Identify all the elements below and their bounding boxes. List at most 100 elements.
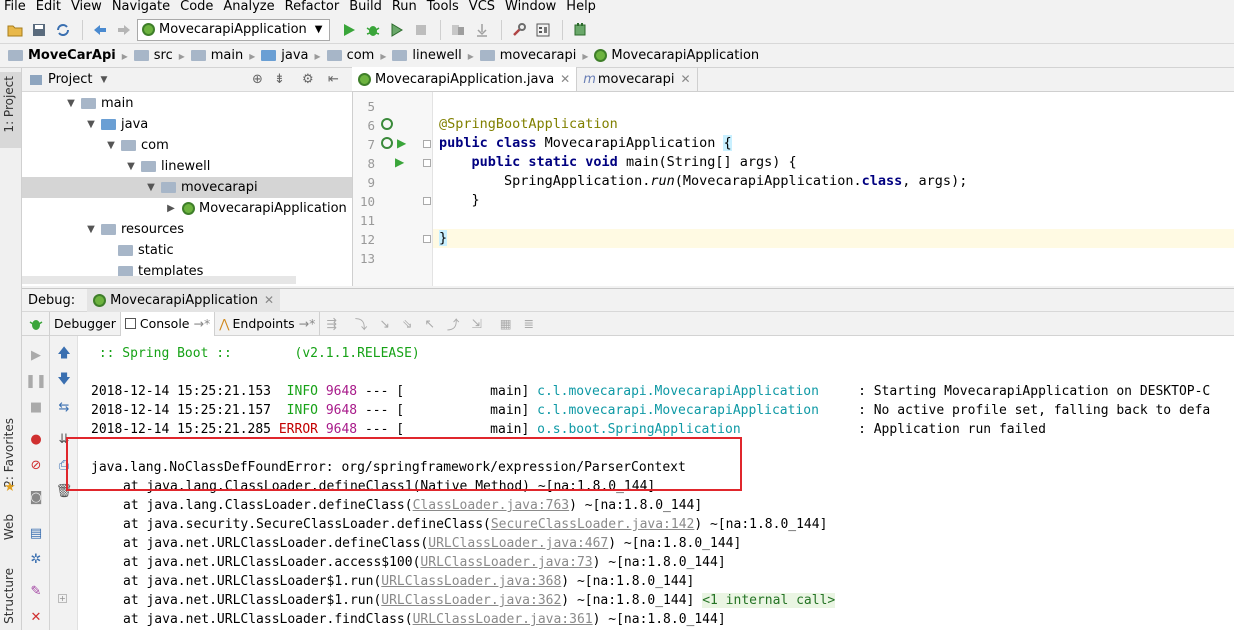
tree-node-resources[interactable]: ▼ resources xyxy=(22,219,352,240)
down-arrow-icon[interactable]: 🡇 xyxy=(55,372,73,390)
tree-node-main[interactable]: ▼ main xyxy=(22,93,352,114)
hide-icon[interactable]: ⇤ xyxy=(328,72,339,87)
fold-icon[interactable]: + xyxy=(58,594,67,603)
tree-node-com[interactable]: ▼ com xyxy=(22,135,352,156)
code-editor[interactable]: 5 6 7 8 9 10 11 12 13 ▶ ▶ @SpringBootApp… xyxy=(352,92,1234,286)
horizontal-scrollbar[interactable] xyxy=(22,276,296,284)
debug-session-tab[interactable]: MovecarapiApplication ✕ xyxy=(87,288,280,312)
menu-tools[interactable]: Tools xyxy=(423,0,465,14)
step-over-icon[interactable]: ⤵ xyxy=(355,314,368,333)
menu-window[interactable]: Window xyxy=(501,0,562,14)
breadcrumb-linewell[interactable]: linewell xyxy=(392,48,462,63)
menu-help[interactable]: Help xyxy=(562,0,602,14)
breadcrumb-src[interactable]: src xyxy=(133,48,173,63)
forward-icon[interactable] xyxy=(113,19,135,41)
menu-file[interactable]: File xyxy=(0,0,32,14)
breadcrumb-movecarapi[interactable]: movecarapi xyxy=(479,48,576,63)
tree-node-static[interactable]: static xyxy=(22,240,352,261)
run-icon[interactable] xyxy=(338,19,360,41)
run-gutter-icon[interactable]: ▶ xyxy=(397,136,406,150)
chevron-down-icon[interactable]: ▼ xyxy=(124,161,138,172)
step-into-icon[interactable]: ↘ xyxy=(379,316,389,331)
menu-code[interactable]: Code xyxy=(176,0,219,14)
source-link[interactable]: URLClassLoader.java:73 xyxy=(420,555,592,570)
pin-tab-icon[interactable]: ✎ xyxy=(27,582,45,600)
locate-icon[interactable]: ⊕ xyxy=(252,72,263,87)
sdk-icon[interactable] xyxy=(471,19,493,41)
gear-icon[interactable]: ⚙ xyxy=(302,72,314,87)
menu-run[interactable]: Run xyxy=(388,0,423,14)
source-link[interactable]: URLClassLoader.java:368 xyxy=(381,574,561,589)
coverage-icon[interactable] xyxy=(386,19,408,41)
open-icon[interactable] xyxy=(4,19,26,41)
pause-icon[interactable]: ❚❚ xyxy=(25,372,47,390)
sync-icon[interactable] xyxy=(52,19,74,41)
breadcrumb-project[interactable]: MoveCarApi xyxy=(8,48,116,63)
menu-view[interactable]: View xyxy=(67,0,108,14)
tree-node-java[interactable]: ▼ java xyxy=(22,114,352,135)
breadcrumb-class[interactable]: MovecarapiApplication xyxy=(594,48,759,63)
spring-bean-gutter-icon[interactable] xyxy=(381,118,393,130)
favorites-stripe-button[interactable]: 2: Favorites xyxy=(2,418,16,488)
source-link[interactable]: URLClassLoader.java:467 xyxy=(428,536,608,551)
mute-breakpoints-icon[interactable]: ⊘ xyxy=(27,456,45,474)
tab-movecarapiapplication-java[interactable]: MovecarapiApplication.java ✕ xyxy=(352,67,578,91)
source-link[interactable]: URLClassLoader.java:361 xyxy=(413,612,593,627)
evaluate-icon[interactable]: ▦ xyxy=(500,316,512,331)
chevron-down-icon[interactable]: ▼ xyxy=(104,140,118,151)
menu-analyze[interactable]: Analyze xyxy=(219,0,280,14)
menu-edit[interactable]: Edit xyxy=(32,0,67,14)
source-link[interactable]: URLClassLoader.java:362 xyxy=(381,593,561,608)
menu-refactor[interactable]: Refactor xyxy=(281,0,346,14)
gear-icon[interactable]: ✲ xyxy=(27,550,45,568)
camera-icon[interactable]: ◙ xyxy=(27,488,45,506)
soft-wrap-icon[interactable]: ⇆ xyxy=(55,398,73,416)
internal-calls-fold[interactable]: <1 internal call> xyxy=(702,593,836,608)
drop-frame-icon[interactable]: ⤴ xyxy=(447,314,460,333)
fold-icon[interactable] xyxy=(423,235,431,243)
breadcrumb-java[interactable]: java xyxy=(261,48,309,63)
up-arrow-icon[interactable]: 🡅 xyxy=(55,346,73,364)
menu-build[interactable]: Build xyxy=(345,0,388,14)
project-stripe-button[interactable]: 1: Project xyxy=(2,76,16,133)
web-stripe-button[interactable]: Web xyxy=(2,514,16,540)
stop-icon[interactable] xyxy=(410,19,432,41)
spring-bean-gutter-icon[interactable] xyxy=(381,137,393,149)
tab-debugger[interactable]: Debugger xyxy=(50,311,121,336)
run-gutter-icon[interactable]: ▶ xyxy=(395,155,404,169)
chevron-right-icon[interactable]: ▶ xyxy=(164,203,178,214)
tab-endpoints[interactable]: ⋀ Endpoints →* xyxy=(215,311,321,336)
close-icon[interactable]: ✕ xyxy=(264,293,274,307)
save-icon[interactable] xyxy=(28,19,50,41)
chevron-down-icon[interactable]: ▼ xyxy=(64,98,78,109)
trace-icon[interactable]: ≣ xyxy=(524,316,534,331)
source-link[interactable]: SecureClassLoader.java:142 xyxy=(491,517,695,532)
run-to-cursor-icon[interactable]: ⇲ xyxy=(471,316,481,331)
menu-navigate[interactable]: Navigate xyxy=(108,0,176,14)
chevron-down-icon[interactable]: ▼ xyxy=(84,119,98,130)
settings-icon[interactable] xyxy=(508,19,530,41)
fold-icon[interactable] xyxy=(423,197,431,205)
plugin-icon[interactable] xyxy=(569,19,591,41)
project-view-selector[interactable]: Project xyxy=(48,72,92,87)
collapse-all-icon[interactable]: ⇟ xyxy=(274,72,285,87)
breadcrumb-main[interactable]: main xyxy=(190,48,243,63)
chevron-down-icon[interactable]: ▼ xyxy=(144,182,158,193)
source-link[interactable]: ClassLoader.java:763 xyxy=(413,498,570,513)
stop-icon[interactable]: ■ xyxy=(27,398,45,416)
tree-node-movecarapi[interactable]: ▼ movecarapi xyxy=(22,177,352,198)
close-icon[interactable]: ✕ xyxy=(681,72,691,86)
fold-icon[interactable] xyxy=(423,159,431,167)
breadcrumb-com[interactable]: com xyxy=(326,48,374,63)
force-step-into-icon[interactable]: ⇘ xyxy=(402,316,412,331)
run-config-select[interactable]: MovecarapiApplication ▼ xyxy=(137,18,330,41)
structure-stripe-button[interactable]: Structure xyxy=(2,568,16,624)
tree-node-linewell[interactable]: ▼ linewell xyxy=(22,156,352,177)
view-breakpoints-icon[interactable]: ● xyxy=(27,430,45,448)
resume-icon[interactable]: ▶ xyxy=(27,346,45,364)
close-icon[interactable]: ✕ xyxy=(560,72,570,86)
layout-icon[interactable]: ▤ xyxy=(27,524,45,542)
show-execution-point-icon[interactable]: ⇶ xyxy=(326,316,336,331)
vcs-icon[interactable] xyxy=(447,19,469,41)
fold-icon[interactable] xyxy=(423,140,431,148)
